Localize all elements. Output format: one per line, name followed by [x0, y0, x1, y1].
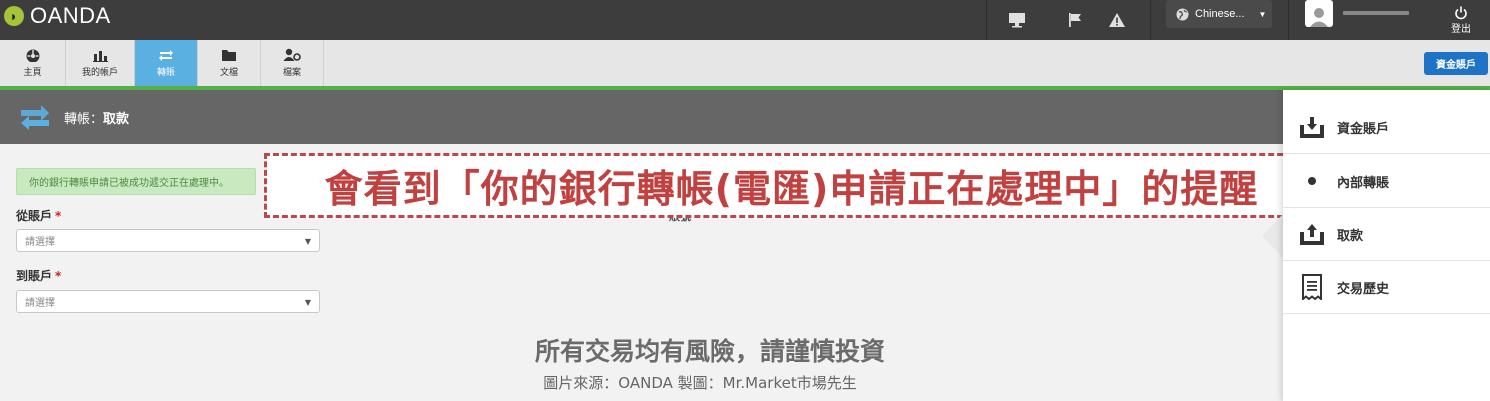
nav-label: 我的帳戶 — [81, 68, 118, 78]
username-redacted — [1343, 11, 1409, 15]
annotation-banner: 會看到「你的銀行轉帳(電匯)申請正在處理中」的提醒 — [264, 153, 1319, 218]
transfer-side-menu: 資金賬戶 內部轉賬 取款 交易歷史 — [1283, 90, 1490, 401]
deposit-tray-icon — [1299, 114, 1325, 140]
divider — [1288, 0, 1289, 40]
risk-warning: 所有交易均有風險，請謹慎投資 — [534, 337, 885, 366]
page-header: 轉帳：取款 — [0, 90, 1283, 144]
side-item-internal-transfer[interactable]: 內部轉賬 — [1283, 155, 1490, 208]
page-title-main: 取款 — [103, 112, 130, 127]
side-item-label: 交易歷史 — [1337, 281, 1390, 297]
oanda-logo[interactable]: ◗ OANDA — [4, 3, 111, 29]
logo-mark-icon: ◗ — [4, 6, 24, 26]
avatar[interactable] — [1305, 0, 1333, 27]
main-nav: 主頁 我的帳戶 轉賬 文檔 檔案 — [0, 40, 1490, 87]
from-account-placeholder: 請選擇 — [25, 237, 55, 248]
from-account-select[interactable]: 請選擇 ▼ — [16, 229, 320, 252]
side-item-fund-account[interactable]: 資金賬戶 — [1283, 101, 1490, 154]
monitor-icon[interactable] — [1000, 0, 1034, 40]
to-account-label: 到賬戶 * — [16, 267, 61, 284]
side-item-withdraw[interactable]: 取款 — [1283, 208, 1490, 261]
warning-icon[interactable] — [1100, 0, 1134, 40]
divider — [986, 0, 987, 40]
to-account-placeholder: 請選擇 — [25, 298, 55, 309]
transfer-arrows-icon — [159, 50, 173, 61]
from-account-text: 從賬戶 — [16, 209, 53, 223]
from-account-label: 從賬戶 * — [16, 207, 61, 224]
transfer-arrows-icon — [17, 101, 53, 137]
logo-text: OANDA — [30, 3, 111, 28]
nav-transfer[interactable]: 轉賬 — [135, 40, 198, 86]
to-account-text: 到賬戶 — [16, 269, 53, 283]
withdraw-tray-icon — [1299, 221, 1325, 247]
logout-label: 登出 — [1451, 23, 1471, 35]
nav-documents[interactable]: 文檔 — [198, 40, 261, 86]
dashboard-icon — [26, 49, 39, 62]
image-credit: 圖片來源：OANDA 製圖：Mr.Market市場先生 — [543, 374, 857, 392]
bullet-icon — [1299, 168, 1325, 194]
caret-down-icon: ▼ — [304, 298, 311, 307]
page-title-prefix: 轉帳： — [64, 112, 104, 127]
power-icon — [1455, 6, 1467, 19]
required-mark: * — [55, 269, 62, 283]
logout-button[interactable]: 登出 — [1438, 0, 1484, 40]
bar-chart-icon — [93, 51, 108, 62]
nav-label: 主頁 — [23, 68, 42, 78]
success-alert: 你的銀行轉賬申請已被成功遞交正在處理中。 — [16, 168, 256, 195]
receipt-icon — [1299, 274, 1325, 300]
fund-account-button[interactable]: 資金賬戶 — [1424, 52, 1488, 75]
nav-label: 轉賬 — [156, 68, 175, 78]
nav-profile[interactable]: 檔案 — [261, 40, 324, 86]
divider — [1150, 0, 1151, 40]
required-mark: * — [55, 209, 62, 223]
user-icon — [1310, 8, 1328, 27]
caret-down-icon: ▼ — [1258, 9, 1267, 19]
side-item-label: 資金賬戶 — [1337, 121, 1390, 137]
flag-icon[interactable] — [1058, 0, 1092, 40]
folder-icon — [222, 50, 236, 61]
language-label: Chinese... — [1195, 8, 1245, 20]
side-item-label: 取款 — [1337, 228, 1364, 244]
top-bar: ◗ OANDA Chinese... ▼ 登出 — [0, 0, 1490, 40]
nav-home[interactable]: 主頁 — [0, 40, 66, 86]
language-selector[interactable]: Chinese... ▼ — [1166, 0, 1272, 28]
page-title: 轉帳：取款 — [64, 108, 129, 127]
panel-pointer — [1262, 213, 1284, 259]
side-item-label: 內部轉賬 — [1337, 175, 1390, 191]
caret-down-icon: ▼ — [304, 237, 311, 246]
nav-label: 檔案 — [282, 68, 301, 78]
to-account-select[interactable]: 請選擇 ▼ — [16, 290, 320, 313]
user-settings-icon — [283, 48, 301, 61]
side-item-transaction-history[interactable]: 交易歷史 — [1283, 261, 1490, 314]
globe-icon — [1176, 8, 1189, 21]
nav-my-account[interactable]: 我的帳戶 — [66, 40, 135, 86]
nav-label: 文檔 — [219, 68, 238, 78]
